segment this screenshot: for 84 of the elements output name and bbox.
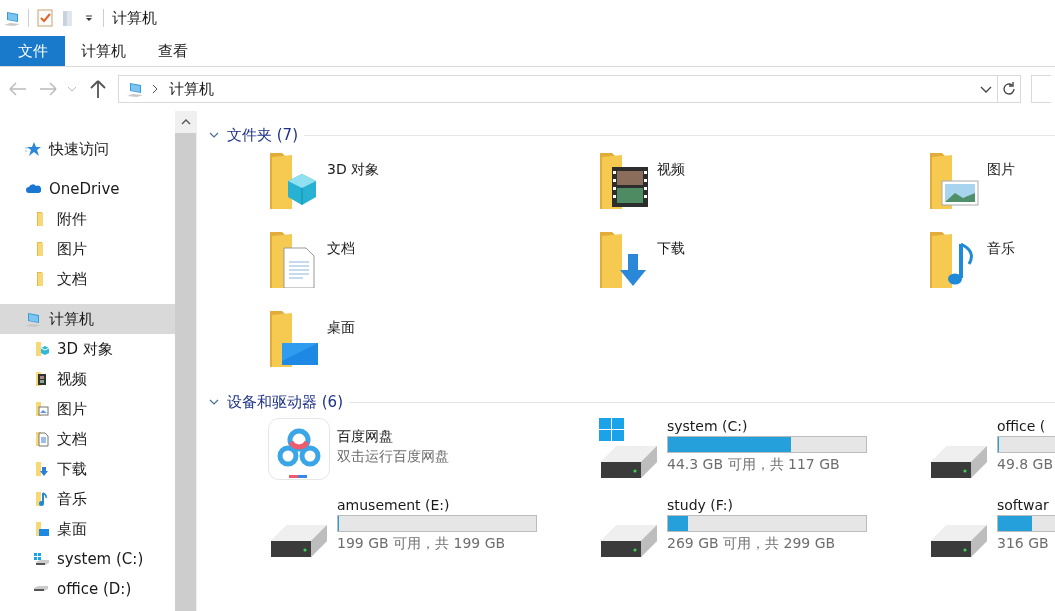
drive-name: softwar	[997, 497, 1050, 513]
folder-item[interactable]: 音乐	[928, 230, 1055, 309]
folder-item[interactable]: 图片	[928, 151, 1055, 230]
scrollbar[interactable]	[175, 111, 196, 611]
nav-item[interactable]: 文档	[0, 264, 175, 294]
folder-picture-icon	[928, 151, 980, 209]
refresh-icon	[1001, 81, 1017, 97]
app-icon	[268, 418, 330, 480]
ribbon-tab[interactable]: 查看	[142, 36, 204, 66]
properties-icon[interactable]	[37, 9, 53, 27]
folder-film-icon	[598, 151, 650, 209]
drive-item[interactable]: study (F:) 269 GB 可用，共 299 GB	[598, 497, 928, 576]
star-icon	[25, 141, 41, 157]
folder-name: 桌面	[327, 319, 355, 337]
folder-name: 3D 对象	[327, 161, 380, 179]
folder-name: 下载	[657, 240, 685, 258]
nav-item[interactable]: system (C:)	[0, 544, 175, 574]
computer-icon	[25, 311, 41, 327]
nav-item[interactable]: OneDrive	[0, 174, 175, 204]
folder-item[interactable]: 桌面	[268, 309, 598, 388]
chevron-icon	[151, 83, 159, 95]
folder-cube-icon	[33, 341, 49, 357]
window-title: 计算机	[112, 8, 157, 28]
file-menu-tab[interactable]: 文件	[0, 36, 65, 66]
refresh-button[interactable]	[997, 75, 1021, 103]
drive-space: 316 GB	[997, 535, 1050, 551]
app-name: 百度网盘	[337, 428, 394, 446]
nav-item[interactable]: 视频	[0, 364, 175, 394]
nav-item[interactable]: 图片	[0, 394, 175, 424]
drive-space: 44.3 GB 可用，共 117 GB	[667, 456, 841, 474]
computer-icon	[127, 81, 143, 97]
folder-item[interactable]: 文档	[268, 230, 598, 309]
folder-picture-icon	[33, 401, 49, 417]
drive-item[interactable]: system (C:) 44.3 GB 可用，共 117 GB	[598, 418, 928, 497]
nav-item[interactable]: 音乐	[0, 484, 175, 514]
folder-name: 视频	[657, 161, 685, 179]
folder-name: 音乐	[987, 240, 1015, 258]
caret-up-icon	[180, 119, 191, 125]
nav-item[interactable]: 文档	[0, 424, 175, 454]
folder-document-icon	[33, 431, 49, 447]
drive-name: office (	[997, 418, 1047, 434]
nav-item[interactable]: 下载	[0, 454, 175, 484]
nav-item[interactable]: 计算机	[0, 304, 175, 334]
chevron-icon	[209, 131, 219, 139]
nav-item[interactable]: 附件	[0, 204, 175, 234]
folder-name: 图片	[987, 161, 1015, 179]
nav-item[interactable]: 桌面	[0, 514, 175, 544]
windows-drive-icon	[33, 551, 49, 567]
caret-icon[interactable]	[83, 12, 95, 24]
address-field[interactable]: 计算机	[118, 75, 998, 103]
scroll-up-button[interactable]	[175, 111, 196, 133]
section-header[interactable]: 文件夹 (7)	[209, 125, 298, 145]
chevron-icon	[209, 398, 219, 406]
nav-item[interactable]: 3D 对象	[0, 334, 175, 364]
drive-name: amusement (E:)	[337, 497, 451, 513]
app-description: 双击运行百度网盘	[337, 448, 449, 466]
computer-icon	[4, 10, 20, 26]
drive-item[interactable]: softwar 316 GB	[928, 497, 1055, 576]
drive-icon	[33, 586, 49, 592]
section-header[interactable]: 设备和驱动器 (6)	[209, 392, 343, 412]
drive-space: 199 GB 可用，共 199 GB	[337, 535, 507, 553]
drive-space: 269 GB 可用，共 299 GB	[667, 535, 837, 553]
nav-item[interactable]: 图片	[0, 234, 175, 264]
folder-film-icon	[33, 371, 49, 387]
nav-item[interactable]: 快速访问	[0, 134, 175, 164]
drive-name: system (C:)	[667, 418, 749, 434]
folder-item[interactable]: 下载	[598, 230, 928, 309]
ribbon-tab[interactable]: 计算机	[65, 36, 142, 66]
drive-item[interactable]: amusement (E:) 199 GB 可用，共 199 GB	[268, 497, 598, 576]
app-item[interactable]: 百度网盘 双击运行百度网盘	[268, 418, 598, 497]
folder-music-icon	[33, 491, 49, 507]
folder-item[interactable]: 视频	[598, 151, 928, 230]
drive-space: 49.8 GB	[997, 456, 1055, 472]
windows-drive-icon	[599, 418, 659, 480]
drive-item[interactable]: office ( 49.8 GB	[928, 418, 1055, 497]
nav-item[interactable]: office (D:)	[0, 574, 175, 604]
drive-name: study (F:)	[667, 497, 734, 513]
folder-item[interactable]: 3D 对象	[268, 151, 598, 230]
folder-download-icon	[33, 461, 49, 477]
folder-name: 文档	[327, 240, 355, 258]
breadcrumb[interactable]: 计算机	[169, 79, 214, 99]
folder-desktop-icon	[33, 521, 49, 537]
folder-desktop-icon	[268, 309, 320, 367]
search-field[interactable]	[1031, 75, 1051, 103]
